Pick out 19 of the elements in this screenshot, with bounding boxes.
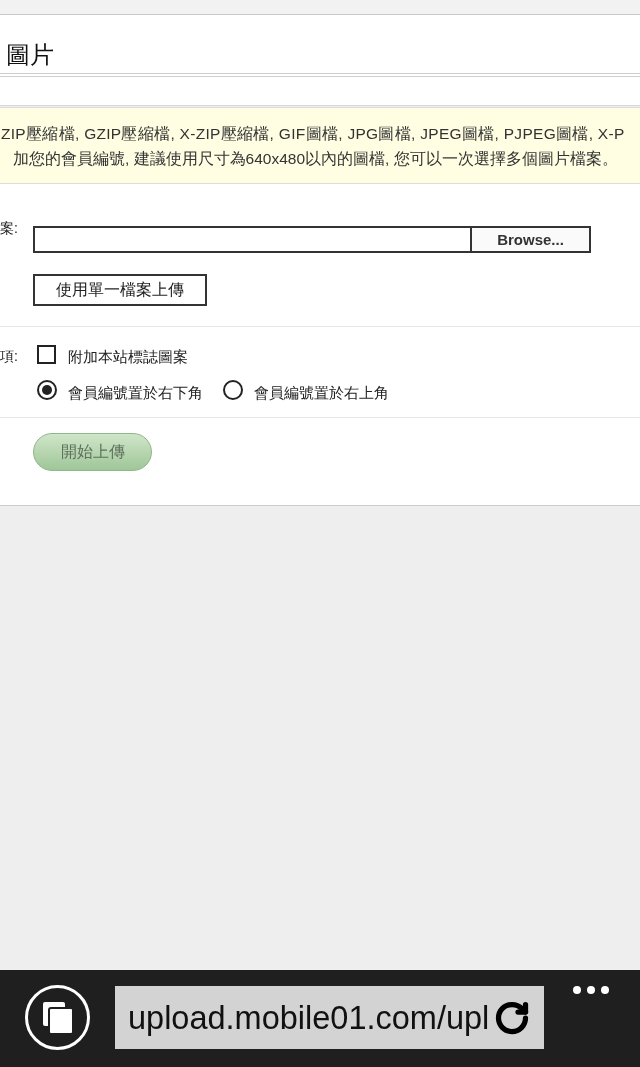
checkbox-label: 附加本站標誌圖案 [68, 347, 188, 367]
field-label: 案: [0, 219, 19, 238]
file-path-field[interactable] [33, 226, 472, 253]
address-bar[interactable]: upload.mobile01.com/upl [115, 986, 544, 1049]
refresh-icon[interactable] [494, 999, 530, 1036]
tabs-button[interactable] [25, 985, 90, 1050]
page-title: 圖片 [6, 40, 54, 70]
radio-button[interactable] [37, 380, 57, 400]
radio-label: 會員編號置於右上角 [254, 383, 389, 403]
notice-text: ZIP壓縮檔, GZIP壓縮檔, X-ZIP壓縮檔, GIF圖檔, JPG圖檔, JPEG圖檔, PJPEG圖檔, X-P [1, 124, 625, 142]
radio-label: 會員編號置於右下角 [68, 383, 203, 403]
field-label: 項: [0, 347, 19, 366]
checkbox[interactable] [37, 345, 56, 364]
notice-text: 加您的會員編號, 建議使用尺寸為640x480以內的圖檔, 您可以一次選擇多個圖片檔案。 [13, 149, 618, 167]
tabs-icon [42, 1001, 73, 1034]
browse-button[interactable]: Browse... [472, 226, 591, 253]
radio-button[interactable] [223, 380, 243, 400]
single-file-upload-button[interactable]: 使用單一檔案上傳 [33, 274, 207, 306]
more-icon[interactable] [573, 986, 609, 994]
